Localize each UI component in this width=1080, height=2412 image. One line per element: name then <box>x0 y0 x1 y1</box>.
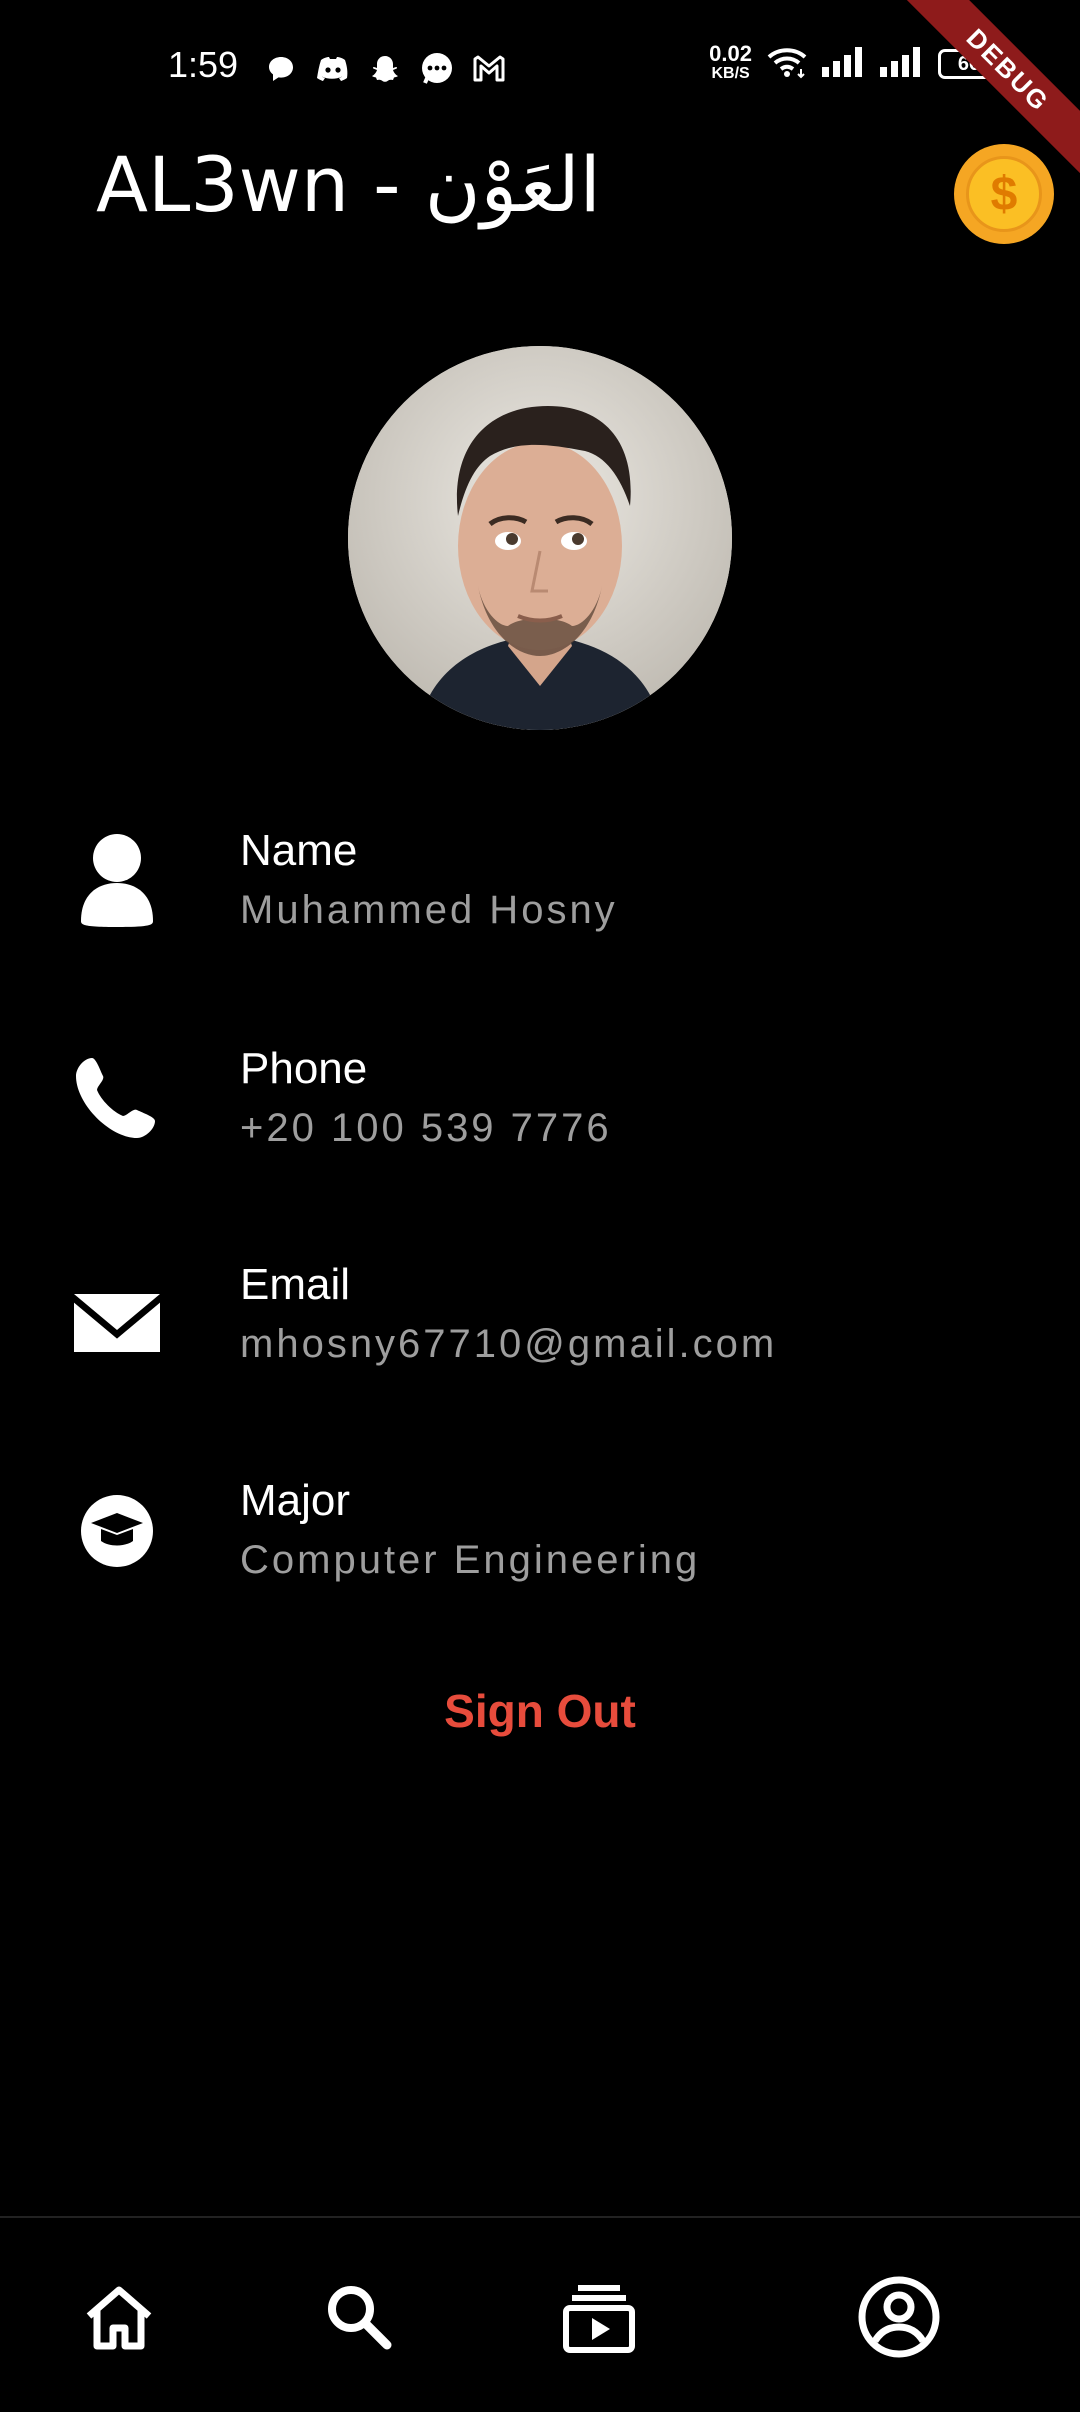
status-bar: 1:59 0.02 KB/S 66 <box>0 0 1080 140</box>
app-title: AL3wn - العَوْن <box>96 140 601 229</box>
phone-icon <box>70 1050 164 1144</box>
avatar-image <box>348 346 732 730</box>
profile-row-phone: Phone +20 100 539 7776 <box>0 1036 1080 1176</box>
status-time: 1:59 <box>168 44 239 85</box>
messenger-icon <box>418 50 456 88</box>
coin-button[interactable]: $ <box>954 144 1054 244</box>
nav-home[interactable] <box>74 2272 164 2362</box>
profile-avatar[interactable] <box>348 346 732 730</box>
profile-row-name: Name Muhammed Hosny <box>0 820 1080 960</box>
profile-label-name: Name <box>240 826 358 875</box>
notification-icons <box>262 50 508 88</box>
video-library-icon <box>563 2285 635 2353</box>
nav-search[interactable] <box>314 2272 404 2362</box>
person-icon <box>70 832 164 927</box>
profile-value-major: Computer Engineering <box>240 1538 701 1582</box>
net-speed-value: 0.02 <box>709 41 752 66</box>
gmail-icon <box>470 50 508 88</box>
nav-videos[interactable] <box>554 2272 644 2362</box>
graduation-cap-icon <box>70 1484 164 1578</box>
profile-row-major: Major Computer Engineering <box>0 1468 1080 1608</box>
search-icon <box>328 2286 392 2350</box>
profile-row-email: Email mhosny67710@gmail.com <box>0 1252 1080 1392</box>
discord-icon <box>314 50 352 88</box>
profile-value-email: mhosny67710@gmail.com <box>240 1322 778 1366</box>
mail-icon <box>70 1276 164 1370</box>
profile-label-phone: Phone <box>240 1044 368 1093</box>
signal-icon-1 <box>822 46 866 82</box>
chat-bubble-icon <box>262 50 300 88</box>
bottom-navigation <box>0 2216 1080 2412</box>
account-circle-icon <box>858 2276 940 2358</box>
sign-out-button[interactable]: Sign Out <box>0 1684 1080 1738</box>
profile-value-name: Muhammed Hosny <box>240 888 618 932</box>
snapchat-icon <box>366 50 404 88</box>
coin-icon: $ <box>966 156 1042 232</box>
network-speed: 0.02 KB/S <box>709 41 752 84</box>
wifi-icon <box>766 45 808 84</box>
nav-profile[interactable] <box>854 2272 944 2362</box>
profile-label-email: Email <box>240 1260 351 1309</box>
profile-value-phone: +20 100 539 7776 <box>240 1106 612 1150</box>
profile-label-major: Major <box>240 1476 351 1525</box>
net-speed-unit: KB/S <box>711 65 750 82</box>
signal-icon-2 <box>880 46 924 82</box>
home-icon <box>86 2286 152 2350</box>
